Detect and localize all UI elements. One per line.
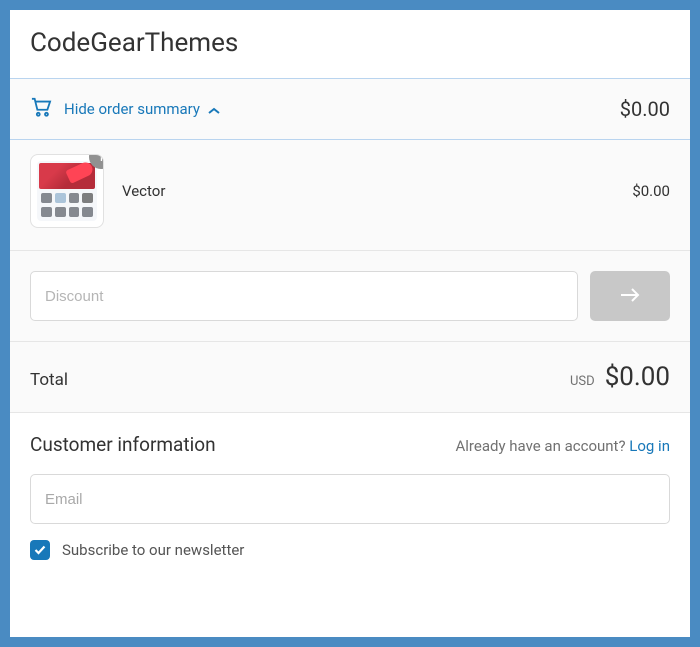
order-summary-subtotal: $0.00	[620, 97, 670, 121]
cart-icon	[30, 97, 52, 121]
discount-section	[10, 251, 690, 342]
discount-input[interactable]	[30, 271, 578, 321]
email-field[interactable]	[30, 474, 670, 524]
product-name: Vector	[122, 182, 165, 200]
total-value: $0.00	[605, 362, 670, 392]
subscribe-checkbox[interactable]	[30, 540, 50, 560]
product-price: $0.00	[632, 182, 670, 200]
login-link[interactable]: Log in	[629, 437, 670, 455]
customer-heading: Customer information	[30, 433, 216, 456]
order-summary-toggle[interactable]: Hide order summary $0.00	[10, 79, 690, 139]
chevron-up-icon	[208, 100, 220, 119]
arrow-right-icon	[619, 286, 641, 307]
store-header: CodeGearThemes	[10, 10, 690, 79]
total-section: Total USD $0.00	[10, 342, 690, 413]
subscribe-row: Subscribe to our newsletter	[30, 540, 670, 560]
customer-section: Customer information Already have an acc…	[10, 413, 690, 560]
total-label: Total	[30, 370, 68, 390]
cart-items: 1 Vector $0.00	[10, 140, 690, 251]
already-have-account: Already have an account? Log in	[456, 437, 671, 455]
checkout-frame: CodeGearThemes Hide order summary $0.00	[0, 0, 700, 647]
customer-header: Customer information Already have an acc…	[30, 433, 670, 456]
apply-discount-button[interactable]	[590, 271, 670, 321]
cart-item: 1 Vector $0.00	[30, 154, 670, 228]
store-title: CodeGearThemes	[30, 28, 670, 58]
total-currency: USD	[570, 374, 595, 389]
order-summary-toggle-label: Hide order summary	[64, 100, 200, 118]
already-text: Already have an account?	[456, 437, 630, 455]
subscribe-label: Subscribe to our newsletter	[62, 541, 244, 559]
order-summary-section: Hide order summary $0.00	[10, 79, 690, 140]
product-thumbnail: 1	[30, 154, 104, 228]
